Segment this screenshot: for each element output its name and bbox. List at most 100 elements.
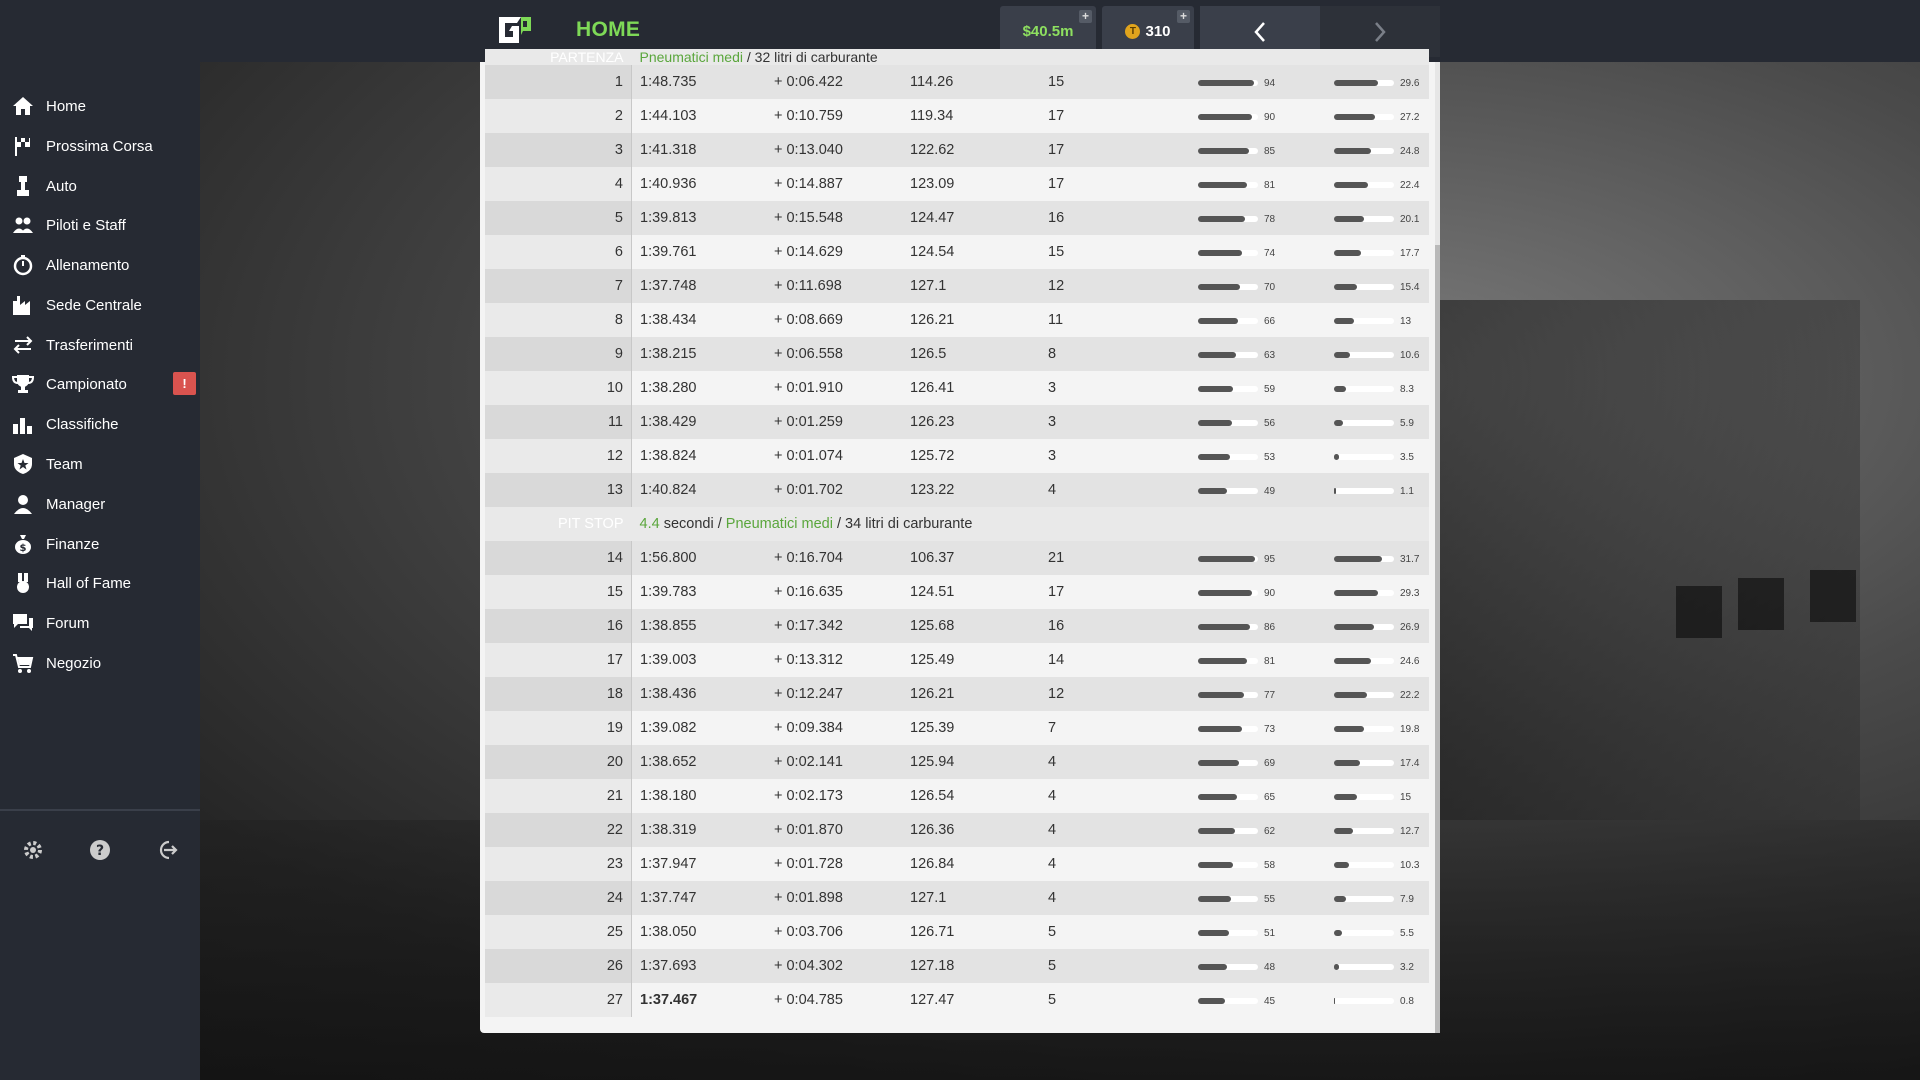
sidebar-item-sede-centrale[interactable]: Sede Centrale	[0, 285, 200, 325]
tyre-wear-bar: 48	[1198, 962, 1275, 973]
fuel-remaining-value: 8.3	[1400, 383, 1414, 395]
tyre-wear: 49	[1198, 473, 1334, 507]
sidebar-item-auto[interactable]: Auto	[0, 166, 200, 206]
fuel-remaining: 20.1	[1334, 201, 1429, 235]
table-row: 9 1:38.215 + 0:06.558 126.5 8 63 10.6	[485, 337, 1429, 371]
tyre-wear-value: 56	[1264, 417, 1276, 429]
bar-track	[1334, 998, 1394, 1004]
fuel-remaining-bar: 3.5	[1334, 452, 1414, 463]
token-coin-icon: T	[1125, 24, 1141, 39]
fuel-remaining-value: 29.3	[1400, 587, 1420, 599]
table-row: 27 1:37.467 + 0:04.785 127.47 5 45 0.8	[485, 983, 1429, 1017]
table-row: 26 1:37.693 + 0:04.302 127.18 5 48 3.2	[485, 949, 1429, 983]
fuel-remaining-bar: 1.1	[1334, 486, 1414, 497]
bar-fill	[1334, 80, 1379, 86]
stint-label: PARTENZA	[485, 49, 632, 65]
position: 16	[1048, 609, 1198, 643]
gap-to-leader: + 0:01.898	[774, 881, 910, 915]
bar-track	[1334, 726, 1394, 732]
gap-to-leader: + 0:12.247	[774, 677, 910, 711]
sidebar-item-team[interactable]: Team	[0, 444, 200, 484]
tyre-wear-value: 69	[1264, 757, 1276, 769]
bar-fill	[1198, 726, 1242, 732]
bar-track	[1198, 216, 1258, 222]
logout-icon[interactable]	[154, 837, 180, 863]
bar-fill	[1198, 896, 1231, 902]
sidebar-item-negozio[interactable]: Negozio	[0, 643, 200, 683]
bar-track	[1198, 250, 1258, 256]
tyre-wear-bar: 63	[1198, 350, 1275, 361]
lap-number: 26	[485, 949, 632, 983]
fuel-remaining-bar: 10.6	[1334, 350, 1419, 361]
average-speed: 114.26	[910, 65, 1048, 99]
fuel-remaining: 12.7	[1334, 813, 1429, 847]
page-title: HOME	[576, 18, 641, 41]
scrollbar-thumb[interactable]	[1435, 245, 1440, 1033]
table-row: 1 1:48.735 + 0:06.422 114.26 15 94 29.6	[485, 65, 1429, 99]
fuel-remaining-value: 24.8	[1400, 145, 1420, 157]
lap-time: 1:48.735	[631, 65, 774, 99]
fuel-remaining: 29.6	[1334, 65, 1429, 99]
tyre-wear-bar: 51	[1198, 928, 1275, 939]
position: 16	[1048, 201, 1198, 235]
table-row: 13 1:40.824 + 0:01.702 123.22 4 49 1.1	[485, 473, 1429, 507]
sidebar-item-forum[interactable]: Forum	[0, 603, 200, 643]
sidebar-item-prossima-corsa[interactable]: Prossima Corsa	[0, 126, 200, 166]
help-icon[interactable]: ?	[87, 837, 113, 863]
home-icon	[11, 94, 35, 118]
fuel-remaining: 22.4	[1334, 167, 1429, 201]
gap-to-leader: + 0:17.342	[774, 609, 910, 643]
sidebar-item-label: Sede Centrale	[46, 296, 142, 314]
sidebar-item-campionato[interactable]: Campionato!	[0, 364, 200, 404]
tyre-wear-bar: 81	[1198, 656, 1275, 667]
bar-track	[1198, 692, 1258, 698]
bar-fill	[1334, 488, 1336, 494]
bar-chart-icon	[11, 412, 35, 436]
tyre-wear-value: 62	[1264, 825, 1276, 837]
gp-logo-icon[interactable]	[495, 13, 535, 47]
fuel-remaining-bar: 12.7	[1334, 826, 1419, 837]
gear-icon[interactable]	[20, 837, 46, 863]
fuel-remaining: 3.2	[1334, 949, 1429, 983]
plus-icon[interactable]: +	[1177, 10, 1190, 23]
table-row: 21 1:38.180 + 0:02.173 126.54 4 65 15	[485, 779, 1429, 813]
sidebar-item-label: Allenamento	[46, 256, 130, 274]
bar-track	[1334, 794, 1394, 800]
gap-to-leader: + 0:16.635	[774, 575, 910, 609]
bar-track	[1198, 454, 1258, 460]
bar-fill	[1334, 420, 1343, 426]
tyre-wear: 51	[1198, 915, 1334, 949]
fuel-remaining-bar: 22.2	[1334, 690, 1419, 701]
average-speed: 126.23	[910, 405, 1048, 439]
tyre-wear-value: 74	[1264, 247, 1276, 259]
average-speed: 125.72	[910, 439, 1048, 473]
tyre-wear: 48	[1198, 949, 1334, 983]
fuel-remaining-value: 3.5	[1400, 451, 1414, 463]
position: 4	[1048, 847, 1198, 881]
sidebar-item-manager[interactable]: Manager	[0, 484, 200, 524]
fuel-remaining-value: 10.3	[1400, 859, 1420, 871]
fuel-remaining-value: 15	[1400, 791, 1412, 803]
person-icon	[11, 492, 35, 516]
fuel-remaining-bar: 8.3	[1334, 384, 1414, 395]
gap-to-leader: + 0:02.141	[774, 745, 910, 779]
sidebar-item-piloti-e-staff[interactable]: Piloti e Staff	[0, 205, 200, 245]
background-window	[1810, 570, 1856, 622]
lap-number: 14	[485, 541, 632, 575]
table-row: 19 1:39.082 + 0:09.384 125.39 7 73 19.8	[485, 711, 1429, 745]
table-row: 6 1:39.761 + 0:14.629 124.54 15 74 17.7	[485, 235, 1429, 269]
sidebar-item-home[interactable]: Home	[0, 86, 200, 126]
lap-time: 1:38.824	[631, 439, 774, 473]
tyre-wear-bar: 59	[1198, 384, 1275, 395]
sidebar-item-hall-of-fame[interactable]: Hall of Fame	[0, 563, 200, 603]
average-speed: 123.22	[910, 473, 1048, 507]
average-speed: 106.37	[910, 541, 1048, 575]
sidebar-item-classifiche[interactable]: Classifiche	[0, 404, 200, 444]
sidebar-item-label: Finanze	[46, 535, 100, 553]
sidebar-item-trasferimenti[interactable]: Trasferimenti	[0, 325, 200, 365]
bar-track	[1334, 114, 1394, 120]
bar-track	[1198, 148, 1258, 154]
sidebar-item-finanze[interactable]: $ Finanze	[0, 524, 200, 564]
sidebar-item-allenamento[interactable]: Allenamento	[0, 245, 200, 285]
plus-icon[interactable]: +	[1079, 10, 1092, 23]
